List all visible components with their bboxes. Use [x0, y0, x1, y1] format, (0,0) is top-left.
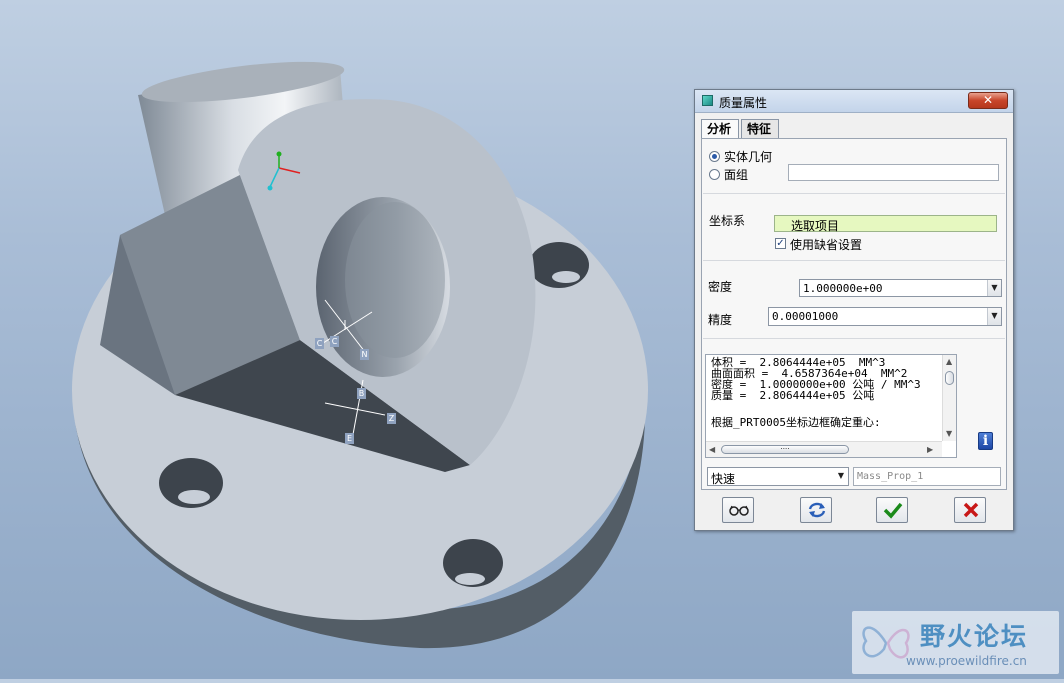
regenerate-icon [808, 502, 826, 518]
horizontal-scrollbar[interactable]: ◀ ···· ▶ [706, 441, 942, 457]
close-icon: ✕ [982, 93, 994, 107]
horizontal-scroll-thumb[interactable]: ···· [721, 445, 849, 454]
ok-button[interactable] [876, 497, 908, 523]
dialog-title: 质量属性 [719, 96, 768, 110]
csys-label[interactable]: B [357, 388, 366, 399]
forum-watermark: 野火论坛 www.proewildfire.cn [852, 611, 1059, 674]
analysis-name-value: Mass_Prop_1 [857, 471, 924, 482]
result-line: 质量 = 2.8064444e+05 公吨 [711, 389, 875, 402]
divider [703, 338, 1005, 339]
dialog-titlebar[interactable]: 质量属性 ✕ [695, 90, 1013, 113]
close-button[interactable]: ✕ [968, 92, 1008, 109]
coord-sys-selector[interactable]: 选取项目 [774, 215, 997, 233]
divider [703, 260, 1005, 261]
csys-label[interactable]: E [345, 433, 354, 444]
use-default-checkbox[interactable]: ✓ [775, 238, 786, 249]
analysis-name-field[interactable]: Mass_Prop_1 [853, 467, 1001, 486]
use-default-label: 使用缺省设置 [790, 238, 863, 252]
vertical-scroll-thumb[interactable] [945, 371, 954, 385]
accuracy-label: 精度 [708, 313, 733, 327]
watermark-url: www.proewildfire.cn [906, 654, 1027, 668]
dialog-app-icon [702, 95, 713, 106]
scroll-down-icon[interactable]: ▼ [946, 429, 952, 438]
preview-button[interactable] [722, 497, 754, 523]
scroll-left-icon[interactable]: ◀ [709, 445, 715, 454]
csys-label[interactable]: C [315, 338, 324, 349]
scroll-right-icon[interactable]: ▶ [927, 445, 933, 454]
mode-value: 快速 [711, 472, 736, 486]
quilt-label: 面组 [724, 168, 749, 182]
recompute-button[interactable] [800, 497, 832, 523]
coord-sys-select-text: 选取项目 [791, 219, 840, 233]
chevron-down-icon[interactable]: ▼ [834, 468, 848, 485]
cancel-button[interactable] [954, 497, 986, 523]
vertical-scrollbar[interactable]: ▲ ▼ [942, 355, 956, 441]
mass-properties-dialog: 质量属性 ✕ 分析 特征 实体几何 面组 坐标系 选取项目 ✓ 使用缺省设置 密… [694, 89, 1014, 531]
density-field[interactable]: 1.000000e+00 ▼ [799, 279, 1002, 297]
chevron-down-icon[interactable]: ▼ [987, 280, 1001, 296]
csys-label[interactable]: N [360, 349, 369, 360]
csys-label[interactable]: Z [387, 413, 396, 424]
tab-analysis[interactable]: 分析 [701, 119, 739, 139]
quilt-radio[interactable] [709, 169, 720, 180]
divider [703, 193, 1005, 194]
accuracy-field[interactable]: 0.00001000 ▼ [768, 307, 1002, 326]
accuracy-value: 0.00001000 [772, 310, 839, 323]
solid-geometry-label: 实体几何 [724, 150, 773, 164]
coord-sys-label: 坐标系 [709, 214, 746, 228]
scroll-up-icon[interactable]: ▲ [946, 357, 952, 366]
solid-geometry-radio[interactable] [709, 151, 720, 162]
quilt-input[interactable] [788, 164, 999, 181]
tab-feature[interactable]: 特征 [741, 119, 779, 138]
density-label: 密度 [708, 280, 733, 294]
results-textarea[interactable]: 体积 = 2.8064444e+05 MM^3 曲面面积 = 4.6587364… [705, 354, 957, 458]
info-icon[interactable]: i [978, 432, 993, 450]
x-icon [963, 502, 979, 518]
checkmark-icon [883, 502, 903, 519]
watermark-title: 野火论坛 [920, 622, 1029, 651]
density-value: 1.000000e+00 [803, 282, 883, 295]
chevron-down-icon[interactable]: ▼ [987, 308, 1001, 325]
csys-label[interactable]: C [330, 336, 339, 347]
result-line: 根据_PRT0005坐标边框确定重心: [711, 416, 881, 429]
mode-select[interactable]: 快速 ▼ [707, 467, 849, 486]
glasses-icon [729, 505, 749, 516]
